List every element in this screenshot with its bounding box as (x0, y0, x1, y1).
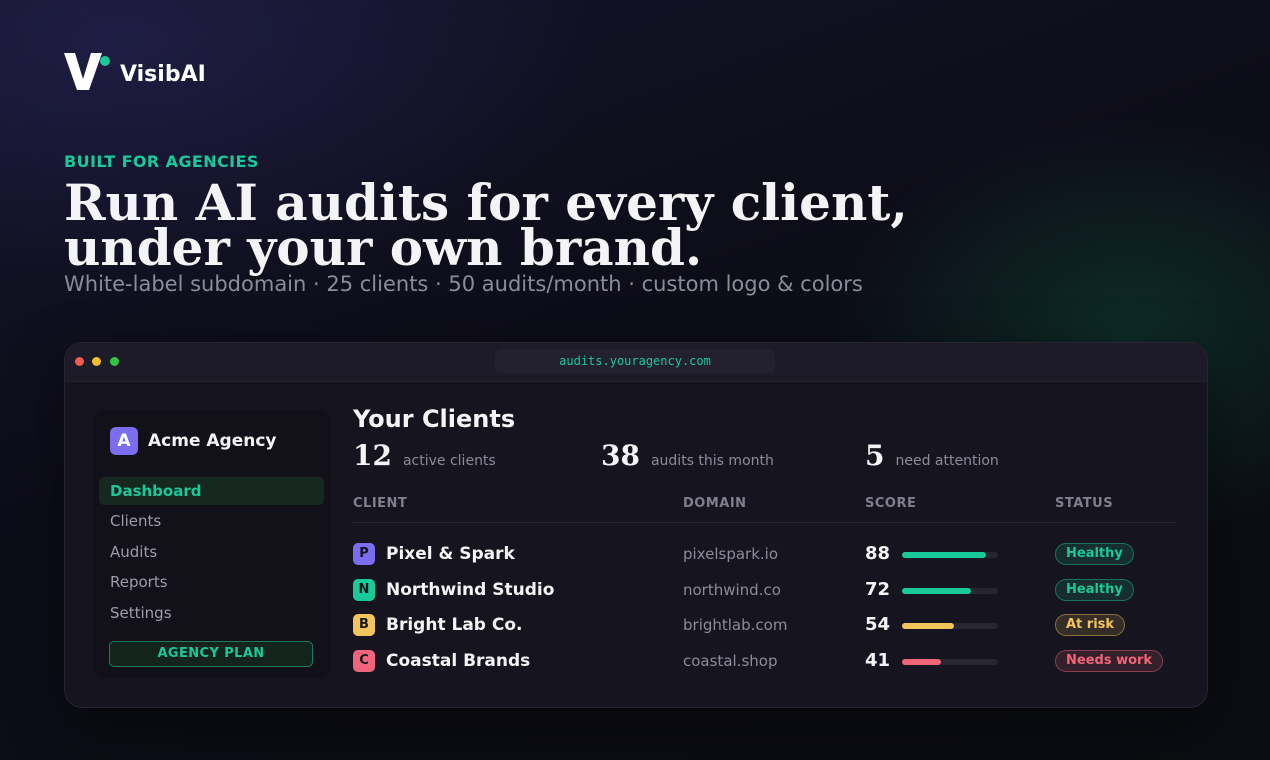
status-badge: At risk (1055, 614, 1126, 636)
client-avatar: C (353, 650, 375, 672)
client-score: 41 (865, 650, 891, 671)
client-domain: brightlab.com (683, 616, 788, 634)
agency-header: A Acme Agency (110, 427, 277, 455)
stat-value: 38 (601, 439, 640, 472)
status-badge: Needs work (1055, 650, 1164, 672)
score-bar (902, 588, 998, 594)
score-bar-fill (902, 552, 987, 558)
stat-label: audits this month (650, 453, 774, 469)
table-row[interactable]: N Northwind Studio northwind.co 72 Healt… (65, 576, 1207, 606)
client-avatar: P (353, 543, 375, 565)
client-domain: coastal.shop (683, 652, 778, 670)
column-header-domain[interactable]: DOMAIN (683, 496, 747, 511)
stat-label: need attention (895, 453, 999, 469)
column-header-score[interactable]: SCORE (865, 496, 916, 511)
client-score: 54 (865, 614, 891, 635)
app-window: audits.youragency.com A Acme Agency Dash… (64, 342, 1208, 708)
sidebar-item-dashboard[interactable]: Dashboard (99, 477, 324, 505)
eyebrow-text: BUILT FOR AGENCIES (64, 152, 259, 171)
score-bar (902, 623, 998, 629)
table-header-divider (353, 522, 1175, 523)
agency-name: Acme Agency (148, 431, 277, 451)
stat-value: 12 (353, 439, 392, 472)
score-bar (902, 659, 998, 665)
client-name[interactable]: Bright Lab Co. (386, 615, 523, 635)
client-domain: northwind.co (683, 581, 781, 599)
close-window-dot[interactable] (75, 357, 84, 366)
window-titlebar: audits.youragency.com (65, 343, 1207, 382)
page-title: Your Clients (353, 405, 516, 433)
client-score: 88 (865, 543, 891, 564)
score-bar-fill (902, 659, 942, 665)
visibai-logo-icon (64, 53, 110, 90)
status-badge: Healthy (1055, 579, 1134, 601)
stat-active-clients: 12 active clients (353, 439, 496, 472)
score-bar-fill (902, 588, 972, 594)
table-row[interactable]: C Coastal Brands coastal.shop 41 Needs w… (65, 647, 1207, 677)
client-name[interactable]: Northwind Studio (386, 580, 554, 600)
hero-headline: Run AI audits for every client, under yo… (64, 178, 964, 273)
status-badge: Healthy (1055, 543, 1134, 565)
client-name[interactable]: Coastal Brands (386, 651, 530, 671)
stat-audits-this-month: 38 audits this month (601, 439, 774, 472)
client-score: 72 (865, 579, 891, 600)
brand-name: VisibAI (120, 61, 206, 87)
score-bar (902, 552, 998, 558)
minimize-window-dot[interactable] (92, 357, 101, 366)
hero-subline: White-label subdomain · 25 clients · 50 … (64, 272, 863, 296)
stat-need-attention: 5 need attention (865, 439, 999, 472)
sidebar-item-clients[interactable]: Clients (99, 507, 324, 535)
brand-logo: VisibAI (64, 52, 206, 92)
table-row[interactable]: P Pixel & Spark pixelspark.io 88 Healthy (65, 540, 1207, 570)
address-bar[interactable]: audits.youragency.com (495, 349, 775, 373)
maximize-window-dot[interactable] (110, 357, 119, 366)
stat-label: active clients (402, 453, 496, 469)
client-avatar: N (353, 579, 375, 601)
column-header-status[interactable]: STATUS (1055, 496, 1113, 511)
client-name[interactable]: Pixel & Spark (386, 544, 515, 564)
headline-line-2: under your own brand. (64, 218, 703, 277)
column-header-client[interactable]: CLIENT (353, 496, 407, 511)
score-bar-fill (902, 623, 954, 629)
agency-avatar: A (110, 427, 138, 455)
client-domain: pixelspark.io (683, 545, 778, 563)
table-row[interactable]: B Bright Lab Co. brightlab.com 54 At ris… (65, 611, 1207, 641)
stat-value: 5 (865, 439, 885, 472)
client-avatar: B (353, 614, 375, 636)
